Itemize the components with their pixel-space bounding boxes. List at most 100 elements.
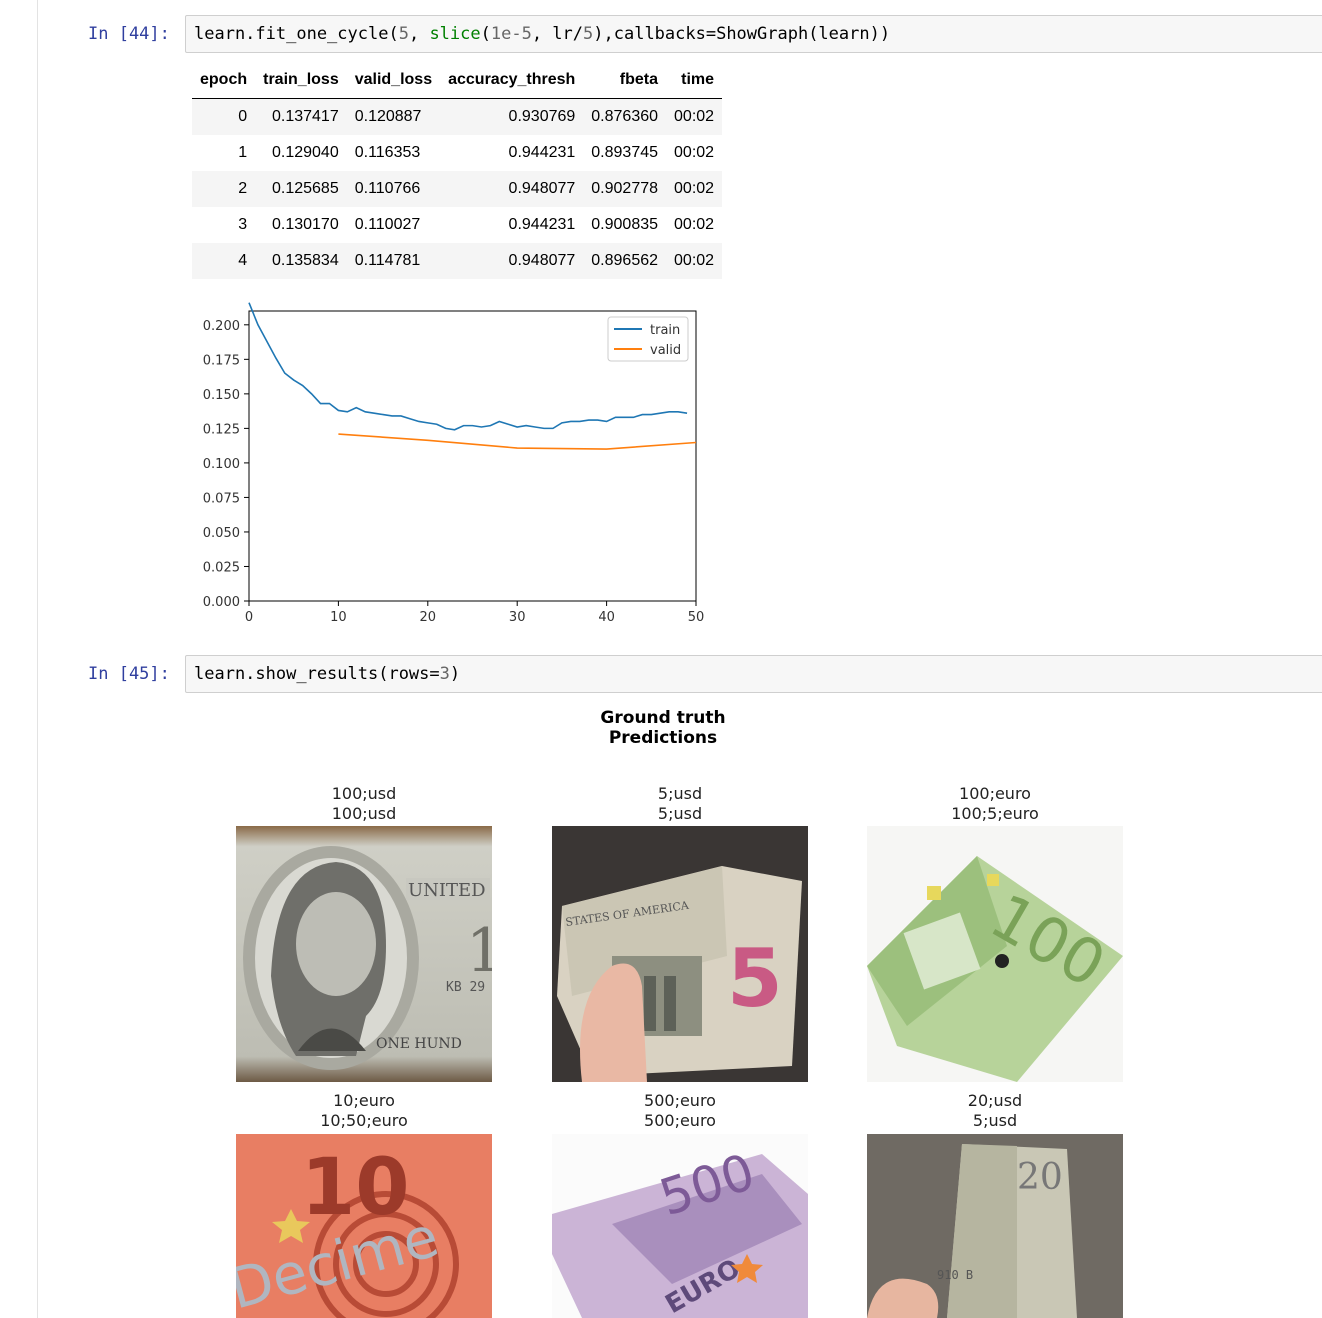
figure-title-ground-truth: Ground truth (600, 708, 726, 728)
cell-epoch: 3 (238, 216, 248, 233)
cell-prompt-44: In [44]: (88, 24, 170, 44)
notebook-left-margin (0, 0, 38, 1318)
prediction-label: 10;50;euro (320, 1111, 408, 1130)
cell-time: 00:02 (674, 144, 715, 161)
ground-truth-label: 10;euro (333, 1091, 395, 1110)
y-tick-label: 0.100 (203, 457, 240, 472)
cell-fbeta: 0.900835 (591, 216, 659, 233)
y-tick-label: 0.075 (203, 491, 240, 506)
euro-10-bill-image: 10 Decime (236, 1134, 492, 1318)
column-header-epoch: epoch (192, 62, 256, 99)
result-label-2: 5;usd 5;usd (552, 784, 808, 824)
euro-500-bill-image: 500 EURO (552, 1134, 808, 1318)
column-header-accuracy-thresh: accuracy_thresh (440, 62, 584, 99)
cell-valid-loss: 0.110766 (346, 171, 441, 207)
usd-20-serial-text: 910 B (937, 1268, 973, 1282)
table-row: 1 0.129040 0.116353 0.944231 0.893745 00… (192, 135, 722, 171)
y-tick-label: 0.050 (203, 526, 240, 541)
cell-accuracy-thresh: 0.948077 (440, 171, 584, 207)
code-text[interactable]: learn.fit_one_cycle(5, slice(1e-5, lr/5)… (194, 24, 890, 44)
prediction-label: 5;usd (657, 804, 703, 823)
column-header-time: time (666, 62, 723, 99)
usd-20-bill-image: 20 910 B (867, 1134, 1123, 1318)
cell-fbeta: 0.896562 (583, 243, 667, 279)
cell-epoch: 2 (192, 171, 256, 207)
cell-valid-loss: 0.120887 (346, 98, 441, 135)
code-token: , (408, 24, 430, 44)
prediction-label: 100;usd (331, 804, 397, 823)
y-tick-label: 0.000 (203, 595, 240, 610)
x-tick-label: 0 (245, 610, 253, 625)
usd-5-bill-image: STATES OF AMERICA 5 (552, 826, 808, 1082)
x-tick-label: 50 (688, 610, 705, 625)
column-header-train-loss: train_loss (255, 62, 347, 99)
legend-label-train: train (650, 323, 680, 338)
y-tick-label: 0.150 (203, 388, 240, 403)
training-results-table: epoch train_loss valid_loss accuracy_thr… (192, 62, 723, 279)
table-row: 2 0.125685 0.110766 0.948077 0.902778 00… (192, 171, 723, 207)
usd-100-united-text: UNITED (408, 880, 486, 901)
x-tick-label: 40 (598, 610, 615, 625)
result-label-3: 100;euro 100;5;euro (867, 784, 1123, 824)
usd-20-digit: 20 (1017, 1157, 1063, 1198)
cell-valid-loss: 0.114781 (346, 243, 441, 279)
code-cell-45[interactable]: learn.show_results(rows=3) (185, 655, 1322, 693)
ground-truth-label: 100;euro (959, 784, 1031, 803)
y-tick-label: 0.175 (203, 353, 240, 368)
cell-valid-loss: 0.110027 (354, 216, 421, 233)
column-header-valid-loss: valid_loss (346, 62, 441, 99)
code-token: ( (480, 24, 491, 44)
cell-epoch: 0 (192, 98, 256, 135)
prediction-label: 500;euro (644, 1111, 716, 1130)
code-cell-44[interactable]: learn.fit_one_cycle(5, slice(1e-5, lr/5)… (185, 15, 1322, 53)
x-tick-label: 30 (509, 610, 526, 625)
cell-train-loss: 0.135834 (255, 243, 347, 279)
usd-100-one-hund-text: ONE HUND (376, 1036, 462, 1052)
ground-truth-label: 5;usd (657, 784, 703, 803)
results-figure-title: Ground truth Predictions (563, 708, 763, 748)
x-tick-label: 20 (420, 610, 437, 625)
y-tick-label: 0.125 (203, 422, 240, 437)
code-number: 5 (398, 24, 409, 44)
column-header-fbeta: fbeta (583, 62, 667, 99)
result-label-6: 20;usd 5;usd (867, 1091, 1123, 1131)
code-token: , lr/ (531, 24, 584, 44)
loss-chart: 0 10 20 30 40 50 0.000 0.025 0.050 0.075 0.100 0.12… (203, 302, 705, 625)
euro-100-bill-image: 100 (867, 826, 1123, 1082)
usd-5-digit: 5 (727, 932, 783, 1025)
code-number: 5 (583, 24, 594, 44)
table-row: 4 0.135834 0.114781 0.948077 0.896562 00… (192, 243, 723, 279)
cell-accuracy-thresh: 0.930769 (440, 98, 584, 135)
usd-100-bill-image: UNITED KB 29 1 ONE HUND (236, 826, 492, 1082)
svg-text:1: 1 (466, 916, 492, 986)
table-row: 0 0.137417 0.120887 0.930769 0.876360 00… (192, 98, 723, 135)
ground-truth-label: 20;usd (967, 1091, 1023, 1110)
cell-time: 00:02 (666, 98, 723, 135)
legend-label-valid: valid (650, 343, 681, 358)
cell-valid-loss: 0.116353 (354, 144, 421, 161)
cell-fbeta: 0.876360 (583, 98, 667, 135)
cell-prompt-45: In [45]: (88, 664, 170, 684)
y-tick-label: 0.200 (203, 319, 240, 334)
cell-train-loss: 0.125685 (255, 171, 347, 207)
code-keyword: slice (429, 24, 481, 44)
prediction-label: 100;5;euro (951, 804, 1039, 823)
result-label-4: 10;euro 10;50;euro (236, 1091, 492, 1131)
code-number: 3 (439, 664, 450, 684)
cell-epoch: 4 (192, 243, 256, 279)
cell-epoch: 1 (238, 144, 248, 161)
cell-train-loss: 0.137417 (255, 98, 347, 135)
cell-fbeta: 0.902778 (583, 171, 667, 207)
cell-time: 00:02 (666, 171, 723, 207)
table-header-row: epoch train_loss valid_loss accuracy_thr… (192, 62, 723, 99)
cell-time: 00:02 (674, 216, 715, 233)
figure-title-predictions: Predictions (608, 728, 718, 748)
code-number: 1e-5 (490, 24, 532, 44)
code-token: ),callbacks=ShowGraph(learn)) (593, 24, 891, 44)
result-label-1: 100;usd 100;usd (236, 784, 492, 824)
code-token: learn.show_results(rows= (194, 664, 440, 684)
table-row: 3 0.130170 0.110027 0.944231 0.900835 00… (192, 207, 722, 243)
prediction-label: 5;usd (972, 1111, 1018, 1130)
code-text[interactable]: learn.show_results(rows=3) (194, 664, 460, 684)
cell-train-loss: 0.130170 (271, 216, 339, 233)
